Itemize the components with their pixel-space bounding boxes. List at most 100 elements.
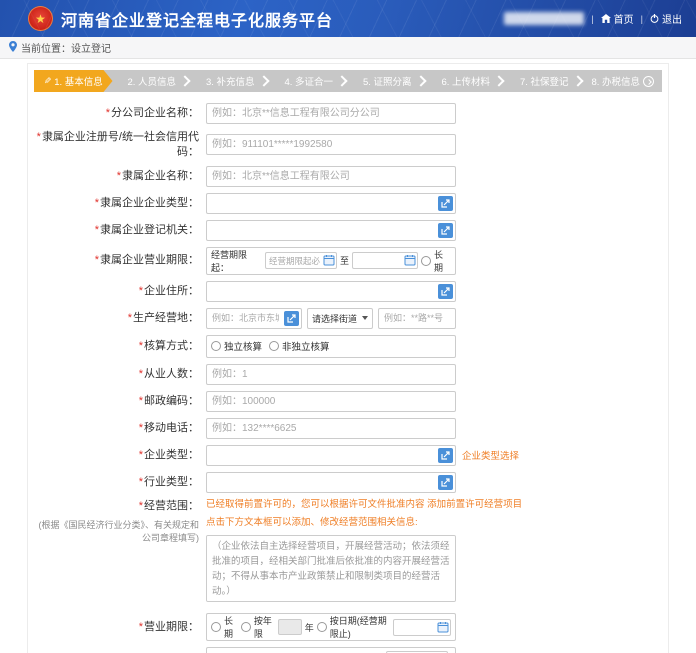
picker-icon[interactable]: [438, 223, 453, 238]
company-type-select-link[interactable]: 企业类型选择: [462, 448, 519, 462]
business-term-row: *营业期限： 长期 按年限 年 按日期(经营期限止): [34, 613, 662, 641]
term-long-radio[interactable]: [211, 622, 221, 632]
term-start-label: 经营期限起：: [211, 248, 262, 274]
pre-license-hint: 已经取得前置许可的，您可以根据许可文件批准内容 添加前置许可经营项目: [206, 499, 522, 511]
non-independent-accounting-label[interactable]: 非独立核算: [282, 339, 330, 353]
add-pre-license-items-link[interactable]: 添加前置许可经营项目: [427, 499, 522, 510]
mobile-input[interactable]: [206, 418, 456, 439]
parent-name-input[interactable]: [206, 166, 456, 187]
accounting-group: 独立核算 非独立核算: [206, 335, 456, 358]
home-link[interactable]: 首页: [601, 11, 634, 26]
employees-label: 从业人数：: [144, 368, 199, 380]
picker-icon[interactable]: [438, 196, 453, 211]
company-type-label: 企业类型：: [144, 449, 199, 461]
paper-license-row: 是否需要纸质营业执照： 是 否 * 申请执照副本数量（个）：: [34, 647, 662, 653]
address-label: 企业住所：: [144, 285, 199, 297]
location-pin-icon: [9, 41, 17, 55]
postcode-input[interactable]: [206, 391, 456, 412]
postcode-label: 邮政编码：: [144, 395, 199, 407]
step-tab-tax-info[interactable]: 8. 办税信息: [584, 70, 663, 92]
home-icon: [601, 14, 611, 23]
term-years-input[interactable]: [278, 619, 302, 635]
step-tab-personnel-info[interactable]: 2. 人员信息: [113, 70, 192, 92]
mobile-label: 移动电话：: [144, 422, 199, 434]
term-by-date-label[interactable]: 按日期(经营期限止): [330, 614, 390, 640]
picker-icon[interactable]: [438, 475, 453, 490]
term-to-label: 至: [340, 254, 349, 267]
parent-type-input[interactable]: [206, 193, 456, 214]
business-scope-textarea[interactable]: （企业依法自主选择经营项目，开展经营活动；依法须经批准的项目，经相关部门批准后依…: [206, 535, 456, 602]
next-steps-icon[interactable]: [643, 76, 654, 87]
calendar-icon[interactable]: [404, 254, 416, 268]
accounting-row: *核算方式： 独立核算 非独立核算: [34, 335, 662, 358]
industry-type-label: 行业类型：: [144, 476, 199, 488]
long-term-radio[interactable]: [421, 256, 431, 266]
pencil-icon: ✎: [44, 76, 52, 87]
term-years-radio[interactable]: [241, 622, 251, 632]
mobile-row: *移动电话：: [34, 418, 662, 439]
branch-name-label: 分公司企业名称：: [111, 107, 199, 119]
street-select-value: 请选择街道: [312, 312, 357, 325]
calendar-icon[interactable]: [437, 621, 449, 635]
branch-name-input[interactable]: [206, 103, 456, 124]
address-input[interactable]: [206, 281, 456, 302]
industry-type-input[interactable]: [206, 472, 456, 493]
parent-name-label: 隶属企业名称：: [122, 170, 199, 182]
business-scope-row: *经营范围： (根据《国民经济行业分类》、有关规定和公司章程填写) 已经取得前置…: [34, 499, 662, 608]
production-place-label: 生产经营地：: [133, 312, 199, 324]
picker-icon[interactable]: [438, 448, 453, 463]
breadcrumb: 当前位置：设立登记: [0, 37, 696, 59]
chevron-down-icon: [362, 316, 368, 320]
parent-credit-code-input[interactable]: [206, 134, 456, 155]
calendar-icon[interactable]: [323, 254, 335, 268]
street-select[interactable]: 请选择街道: [307, 308, 373, 329]
term-long-label[interactable]: 长期: [224, 614, 238, 640]
parent-term-label: 隶属企业营业期限：: [100, 254, 199, 266]
company-type-row: *企业类型： 企业类型选择: [34, 445, 662, 466]
step-tab-basic-info[interactable]: ✎ 1. 基本信息: [34, 70, 113, 92]
term-by-date-radio[interactable]: [317, 622, 327, 632]
street-input[interactable]: [378, 308, 456, 329]
term-years-label[interactable]: 按年限: [254, 614, 275, 640]
parent-reg-authority-row: *隶属企业登记机关：: [34, 220, 662, 241]
employees-input[interactable]: [206, 364, 456, 385]
independent-accounting-label[interactable]: 独立核算: [224, 339, 262, 353]
step-tab-multi-cert[interactable]: 4. 多证合一: [270, 70, 349, 92]
step-tab-social-security[interactable]: 7. 社保登记: [505, 70, 584, 92]
step-tab-supplementary-info[interactable]: 3. 补充信息: [191, 70, 270, 92]
step-tab-upload-materials[interactable]: 6. 上传材料: [427, 70, 506, 92]
address-row: *企业住所：: [34, 281, 662, 302]
home-label: 首页: [614, 11, 634, 26]
employees-row: *从业人数：: [34, 364, 662, 385]
business-term-label: 营业期限：: [144, 621, 199, 633]
parent-term-row: *隶属企业营业期限： 经营期限起： 至 长期: [34, 247, 662, 275]
business-scope-note: (根据《国民经济行业分类》、有关规定和公司章程填写): [34, 519, 199, 546]
parent-credit-code-label: 隶属企业注册号/统一社会信用代码：: [42, 131, 199, 158]
business-term-group: 长期 按年限 年 按日期(经营期限止): [206, 613, 456, 641]
nav-divider: |: [641, 14, 643, 24]
year-unit-label: 年: [305, 621, 314, 634]
parent-credit-code-row: *隶属企业注册号/统一社会信用代码：: [34, 130, 662, 160]
power-icon: [650, 14, 659, 23]
platform-title: 河南省企业登记全程电子化服务平台: [61, 7, 333, 31]
step-tab-license-separation[interactable]: 5. 证照分离: [348, 70, 427, 92]
form-panel: ✎ 1. 基本信息 2. 人员信息 3. 补充信息 4. 多证合一 5. 证照分…: [27, 63, 669, 653]
picker-icon[interactable]: [284, 311, 299, 326]
production-place-row: *生产经营地： 请选择街道: [34, 308, 662, 329]
non-independent-accounting-radio[interactable]: [269, 341, 279, 351]
parent-reg-authority-input[interactable]: [206, 220, 456, 241]
business-scope-label: 经营范围：: [144, 500, 199, 512]
postcode-row: *邮政编码：: [34, 391, 662, 412]
steps-bar: ✎ 1. 基本信息 2. 人员信息 3. 补充信息 4. 多证合一 5. 证照分…: [34, 70, 662, 92]
picker-icon[interactable]: [438, 284, 453, 299]
user-name-redacted: [504, 12, 584, 25]
logout-link[interactable]: 退出: [650, 11, 682, 26]
long-term-radio-label[interactable]: 长期: [434, 248, 451, 274]
independent-accounting-radio[interactable]: [211, 341, 221, 351]
paper-license-group: 是 否 * 申请执照副本数量（个）：: [206, 647, 456, 653]
industry-type-row: *行业类型：: [34, 472, 662, 493]
parent-reg-authority-label: 隶属企业登记机关：: [100, 224, 199, 236]
company-type-input[interactable]: [206, 445, 456, 466]
main-content: ✎ 1. 基本信息 2. 人员信息 3. 补充信息 4. 多证合一 5. 证照分…: [0, 59, 696, 653]
accounting-label: 核算方式：: [144, 340, 199, 352]
